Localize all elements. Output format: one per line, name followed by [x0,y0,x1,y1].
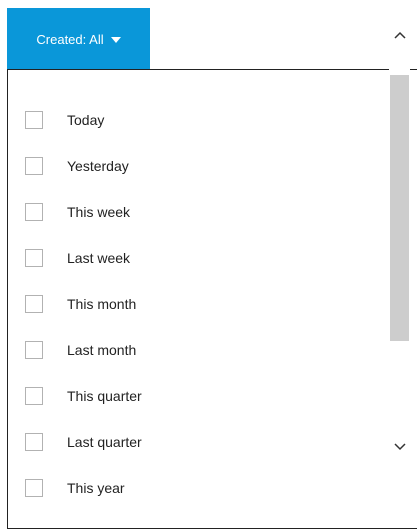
option-this-quarter[interactable]: This quarter [8,381,406,411]
checkbox[interactable] [25,203,43,221]
option-label: Last quarter [67,434,142,450]
option-label: Yesterday [67,158,129,174]
option-last-week[interactable]: Last week [8,243,406,273]
option-label: This week [67,204,131,220]
option-this-year[interactable]: This year [8,473,406,503]
checkbox[interactable] [25,157,43,175]
vertical-scrollbar[interactable] [389,25,410,457]
scroll-down-button[interactable] [389,437,410,457]
checkbox[interactable] [25,433,43,451]
created-filter-dropdown: Today Yesterday This week Last week This… [7,69,417,529]
option-label: Last week [67,250,131,266]
created-filter-label: Created: All [36,31,104,47]
option-label: This month [67,296,137,312]
checkbox[interactable] [25,295,43,313]
option-label: This quarter [67,388,142,404]
created-filter-button[interactable]: Created: All [7,8,150,70]
checkbox[interactable] [25,387,43,405]
scroll-thumb[interactable] [390,75,409,341]
option-today[interactable]: Today [8,105,406,135]
checkbox[interactable] [25,111,43,129]
option-this-week[interactable]: This week [8,197,406,227]
checkbox[interactable] [25,479,43,497]
option-label: Today [67,112,105,128]
option-this-month[interactable]: This month [8,289,406,319]
chevron-down-icon [393,443,406,451]
chevron-up-icon [393,31,406,39]
checkbox[interactable] [25,249,43,267]
option-yesterday[interactable]: Yesterday [8,151,406,181]
option-last-month[interactable]: Last month [8,335,406,365]
option-label: This year [67,480,125,496]
scroll-up-button[interactable] [389,25,410,45]
option-label: Last month [67,342,137,358]
checkbox[interactable] [25,341,43,359]
option-last-quarter[interactable]: Last quarter [8,427,406,457]
caret-down-icon [110,36,121,43]
